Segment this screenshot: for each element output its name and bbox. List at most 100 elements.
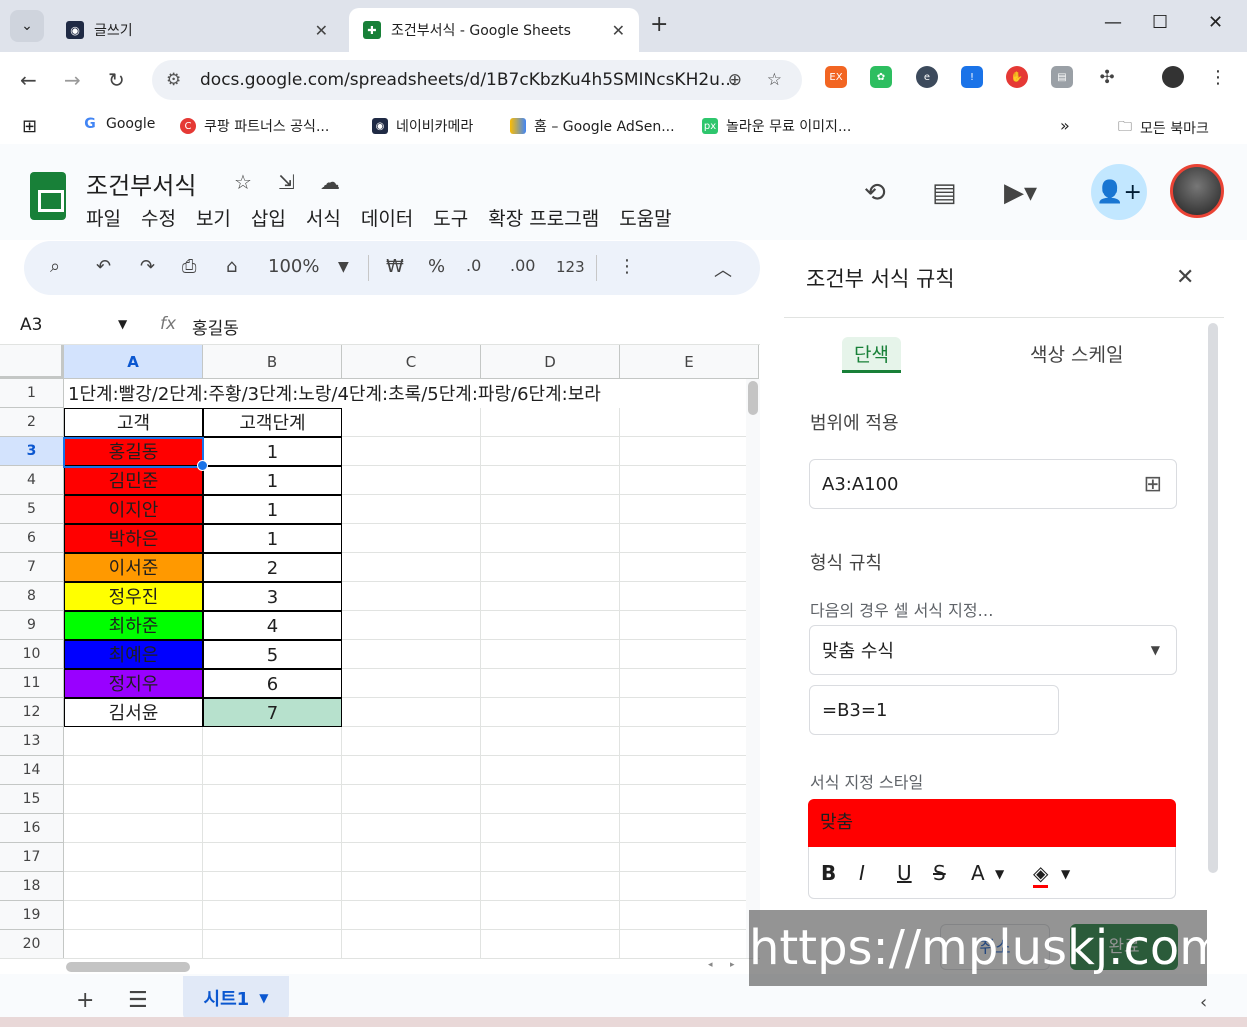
extension-screenshot-icon[interactable]: ▤ — [1051, 66, 1073, 88]
cell-a5[interactable]: 이지안 — [64, 495, 203, 524]
row-header-10[interactable]: 10 — [0, 640, 64, 669]
cell-e12[interactable] — [620, 698, 759, 727]
column-header-e[interactable]: E — [620, 345, 759, 379]
currency-format-button[interactable]: ₩ — [386, 256, 404, 277]
doc-title[interactable]: 조건부서식 — [86, 166, 196, 201]
cell-e5[interactable] — [620, 495, 759, 524]
profile-avatar[interactable] — [1162, 66, 1184, 88]
cell-c4[interactable] — [342, 466, 481, 495]
apps-grid-icon[interactable]: ⊞ — [22, 116, 37, 137]
cell-c3[interactable] — [342, 437, 481, 466]
row-header-17[interactable]: 17 — [0, 843, 64, 872]
cell-c15[interactable] — [342, 785, 481, 814]
cell-d17[interactable] — [481, 843, 620, 872]
cell-d20[interactable] — [481, 930, 620, 958]
cell-a8[interactable]: 정우진 — [64, 582, 203, 611]
side-panel-toggle-icon[interactable]: ‹ — [1200, 992, 1207, 1013]
collapse-toolbar-icon[interactable]: ︿ — [714, 256, 732, 282]
undo-icon[interactable]: ↶ — [96, 256, 111, 277]
print-icon[interactable]: ⎙ — [182, 256, 196, 277]
paint-format-icon[interactable]: ⌂ — [226, 256, 237, 277]
cell-b15[interactable] — [203, 785, 342, 814]
range-input[interactable]: A3:A100 ⊞ — [809, 459, 1177, 509]
chevron-down-icon[interactable]: ▼ — [1061, 867, 1070, 881]
cell-d4[interactable] — [481, 466, 620, 495]
increase-decimal-button[interactable]: .00 — [510, 256, 535, 275]
cell-b7[interactable]: 2 — [203, 553, 342, 582]
cell-c16[interactable] — [342, 814, 481, 843]
share-button[interactable]: 👤+ — [1091, 164, 1147, 220]
cell-e16[interactable] — [620, 814, 759, 843]
back-icon[interactable]: ← — [20, 68, 37, 92]
cell-d9[interactable] — [481, 611, 620, 640]
cell-c8[interactable] — [342, 582, 481, 611]
cell-a16[interactable] — [64, 814, 203, 843]
cell-e8[interactable] — [620, 582, 759, 611]
all-sheets-icon[interactable]: ☰ — [128, 988, 148, 1013]
cell-e17[interactable] — [620, 843, 759, 872]
decrease-decimal-button[interactable]: .0 — [466, 256, 481, 275]
fill-color-icon[interactable]: ◈ — [1033, 861, 1049, 888]
minimize-icon[interactable]: — — [1104, 12, 1122, 33]
cell-e14[interactable] — [620, 756, 759, 785]
cell-e6[interactable] — [620, 524, 759, 553]
fill-handle[interactable] — [197, 460, 208, 471]
cell-c17[interactable] — [342, 843, 481, 872]
cell-d16[interactable] — [481, 814, 620, 843]
menu-data[interactable]: 데이터 — [361, 204, 413, 231]
comments-icon[interactable]: ▤ — [932, 178, 957, 208]
row-header-20[interactable]: 20 — [0, 930, 64, 958]
bookmark-navycamera[interactable]: ◉ 네이비카메라 — [372, 116, 473, 136]
redo-icon[interactable]: ↷ — [140, 256, 155, 277]
row-header-13[interactable]: 13 — [0, 727, 64, 756]
cell-a9[interactable]: 최하준 — [64, 611, 203, 640]
cell-b8[interactable]: 3 — [203, 582, 342, 611]
cell-a6[interactable]: 박하은 — [64, 524, 203, 553]
browser-menu-icon[interactable]: ⋮ — [1207, 66, 1229, 88]
text-color-button[interactable]: A — [971, 861, 985, 885]
percent-format-button[interactable]: % — [428, 256, 445, 277]
cell-b16[interactable] — [203, 814, 342, 843]
maximize-icon[interactable]: ☐ — [1152, 12, 1168, 33]
add-sheet-icon[interactable]: + — [76, 988, 94, 1013]
cell-a7[interactable]: 이서준 — [64, 553, 203, 582]
cell-c19[interactable] — [342, 901, 481, 930]
cell-c5[interactable] — [342, 495, 481, 524]
cell-a11[interactable]: 정지우 — [64, 669, 203, 698]
menu-edit[interactable]: 수정 — [141, 204, 176, 231]
vertical-scrollbar[interactable] — [746, 379, 760, 958]
cell-a13[interactable] — [64, 727, 203, 756]
cell-a1[interactable]: 1단계:빨강/2단계:주황/3단계:노랑/4단계:초록/5단계:파랑/6단계:보… — [68, 380, 601, 409]
tab-search-button[interactable]: ⌄ — [10, 10, 44, 42]
cell-a17[interactable] — [64, 843, 203, 872]
row-header-15[interactable]: 15 — [0, 785, 64, 814]
menu-insert[interactable]: 삽입 — [251, 204, 286, 231]
cell-b12[interactable]: 7 — [203, 698, 342, 727]
tab-single-color[interactable]: 단색 — [842, 337, 901, 373]
menu-format[interactable]: 서식 — [306, 204, 341, 231]
row-header-16[interactable]: 16 — [0, 814, 64, 843]
reload-icon[interactable]: ↻ — [108, 68, 125, 92]
forward-icon[interactable]: → — [64, 68, 81, 92]
column-header-a[interactable]: A — [64, 345, 203, 379]
extension-e-icon[interactable]: e — [916, 66, 938, 88]
all-bookmarks[interactable]: 🗀 모든 북마크 — [1118, 116, 1209, 140]
sheet-tab-1[interactable]: 시트1 ▼ — [183, 976, 289, 1020]
cell-d5[interactable] — [481, 495, 620, 524]
url-input[interactable]: ⚙ docs.google.com/spreadsheets/d/1B7cKbz… — [152, 60, 802, 100]
avatar[interactable] — [1170, 164, 1224, 218]
name-box[interactable]: A3 — [20, 315, 42, 335]
tab-color-scale[interactable]: 색상 스케일 — [1030, 337, 1123, 373]
cell-e13[interactable] — [620, 727, 759, 756]
bold-button[interactable]: B — [821, 861, 836, 885]
row-header-1[interactable]: 1 — [0, 379, 64, 408]
cell-e3[interactable] — [620, 437, 759, 466]
star-icon[interactable]: ☆ — [234, 170, 252, 194]
cell-b13[interactable] — [203, 727, 342, 756]
cell-d2[interactable] — [481, 408, 620, 437]
version-history-icon[interactable]: ⟲ — [864, 178, 886, 208]
site-info-icon[interactable]: ⚙ — [166, 70, 188, 90]
cell-b19[interactable] — [203, 901, 342, 930]
cell-d8[interactable] — [481, 582, 620, 611]
cell-e19[interactable] — [620, 901, 759, 930]
